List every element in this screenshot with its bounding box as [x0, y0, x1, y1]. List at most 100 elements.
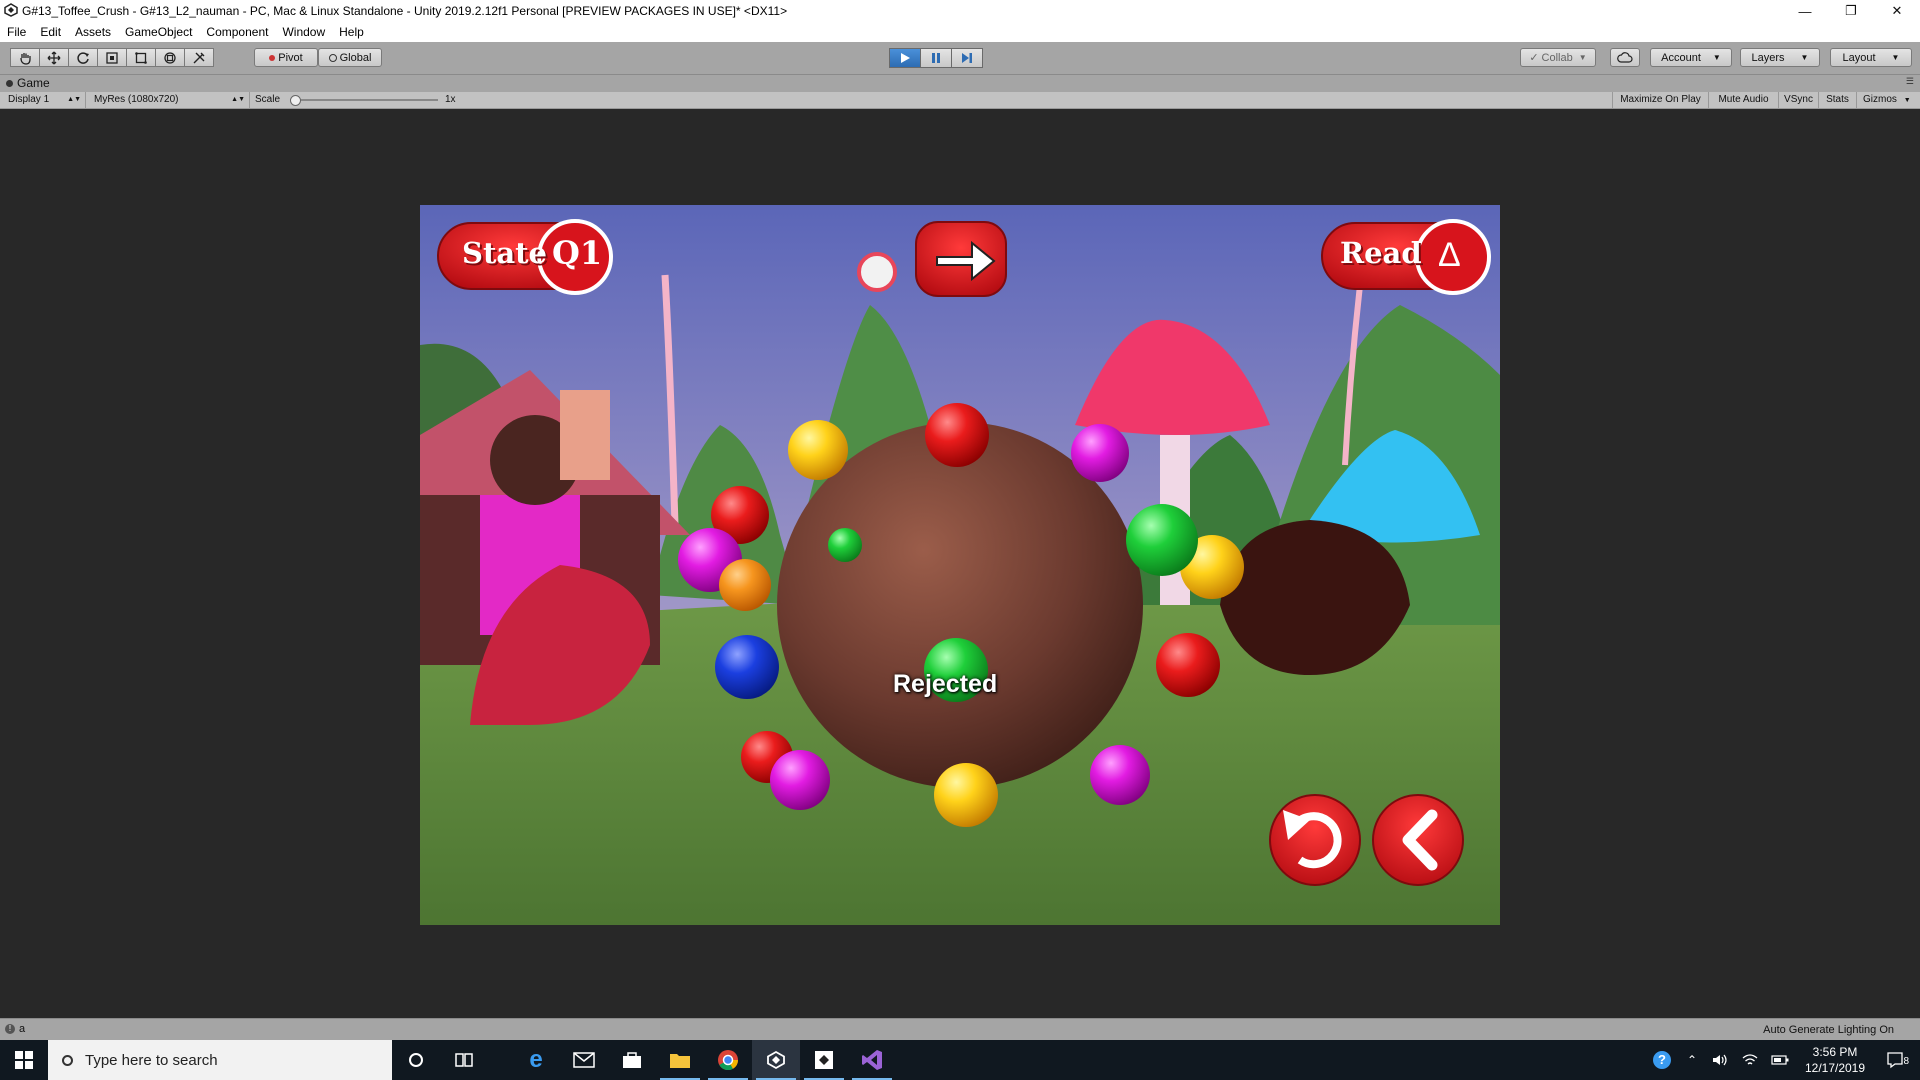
read-button-label: Read — [1340, 236, 1422, 270]
play-icon[interactable] — [889, 48, 921, 68]
slider-thumb[interactable] — [290, 95, 301, 106]
playback-controls — [889, 48, 983, 68]
notifications-icon[interactable]: 8 — [1875, 1040, 1915, 1080]
chevron-up-icon[interactable]: ⌃ — [1679, 1040, 1705, 1080]
menu-edit[interactable]: Edit — [33, 22, 68, 42]
layers-label: Layers — [1751, 51, 1785, 64]
menu-assets[interactable]: Assets — [68, 22, 118, 42]
account-dropdown[interactable]: Account ▼ — [1650, 48, 1732, 67]
mute-audio-toggle[interactable]: Mute Audio — [1709, 92, 1779, 108]
maximize-on-play-toggle[interactable]: Maximize On Play — [1612, 92, 1709, 108]
info-icon: ! — [5, 1024, 15, 1034]
visual-studio-icon[interactable] — [848, 1040, 896, 1080]
wifi-icon[interactable] — [1735, 1040, 1765, 1080]
rect-tool-icon[interactable] — [126, 48, 156, 67]
state-button-symbol: Q1 — [552, 234, 603, 272]
taskbar-clock[interactable]: 3:56 PM 12/17/2019 — [1795, 1044, 1875, 1076]
candy-ball — [770, 750, 830, 810]
game-tab-bar: Game ☰ — [0, 75, 1920, 92]
candy-ball — [1090, 745, 1150, 805]
close-icon[interactable]: ✕ — [1874, 0, 1920, 22]
gizmos-dropdown[interactable]: Gizmos ▼ — [1857, 92, 1920, 108]
collab-dropdown[interactable]: ✓ Collab ▼ — [1520, 48, 1596, 67]
layout-dropdown[interactable]: Layout ▼ — [1830, 48, 1912, 67]
chrome-icon[interactable] — [704, 1040, 752, 1080]
updown-icon: ▲▼ — [231, 96, 245, 103]
clock-date: 12/17/2019 — [1804, 1061, 1866, 1075]
mail-icon[interactable] — [560, 1040, 608, 1080]
rotate-tool-icon[interactable] — [68, 48, 98, 67]
restart-button[interactable] — [1269, 794, 1361, 886]
cortana-icon[interactable] — [392, 1040, 440, 1080]
scale-slider[interactable] — [290, 92, 440, 108]
chevron-down-icon: ▼ — [1800, 53, 1809, 62]
step-icon[interactable] — [951, 48, 983, 68]
layers-dropdown[interactable]: Layers ▼ — [1740, 48, 1820, 67]
menu-file[interactable]: File — [0, 22, 33, 42]
status-bar: ! a Auto Generate Lighting On — [0, 1018, 1920, 1041]
vsync-toggle[interactable]: VSync — [1779, 92, 1819, 108]
pivot-label: Pivot — [278, 51, 303, 64]
store-icon[interactable] — [608, 1040, 656, 1080]
candy-ball — [788, 420, 848, 480]
resolution-label: MyRes (1080x720) — [94, 94, 179, 105]
game-viewport[interactable] — [420, 205, 1500, 925]
menu-help[interactable]: Help — [332, 22, 371, 42]
console-message[interactable]: a — [19, 1023, 25, 1035]
volume-icon[interactable] — [1705, 1040, 1735, 1080]
edge-icon[interactable]: e — [512, 1040, 560, 1080]
status-text: Rejected — [893, 670, 998, 698]
back-button[interactable] — [1372, 794, 1464, 886]
unity-hub-icon[interactable] — [800, 1040, 848, 1080]
candy-ball — [934, 763, 998, 827]
lollipop — [857, 252, 897, 292]
hand-tool-icon[interactable] — [10, 48, 40, 67]
pause-icon[interactable] — [920, 48, 952, 68]
transform-tool-icon[interactable] — [155, 48, 185, 67]
resolution-dropdown[interactable]: MyRes (1080x720) ▲▼ — [86, 92, 250, 108]
battery-icon[interactable] — [1765, 1040, 1795, 1080]
unity-icon[interactable] — [752, 1040, 800, 1080]
scale-label: Scale — [255, 94, 281, 105]
move-tool-icon[interactable] — [39, 48, 69, 67]
scale-tool-icon[interactable] — [97, 48, 127, 67]
candy-ball — [925, 403, 989, 467]
display-label: Display 1 — [8, 94, 50, 105]
menu-component[interactable]: Component — [199, 22, 275, 42]
lighting-status: Auto Generate Lighting On — [1763, 1024, 1894, 1036]
custom-tool-icon[interactable] — [184, 48, 214, 67]
candy-ball — [828, 528, 862, 562]
display-dropdown[interactable]: Display 1 ▲▼ — [0, 92, 86, 108]
candy-ball — [1156, 633, 1220, 697]
menu-gameobject[interactable]: GameObject — [118, 22, 199, 42]
global-toggle[interactable]: Global — [318, 48, 382, 67]
windows-logo-icon — [15, 1051, 33, 1069]
check-icon: ✓ — [1529, 52, 1539, 64]
start-button[interactable] — [0, 1040, 48, 1080]
global-label: Global — [339, 51, 372, 64]
search-icon — [62, 1054, 73, 1066]
next-button[interactable] — [915, 221, 1007, 297]
stats-toggle[interactable]: Stats — [1819, 92, 1857, 108]
chevron-down-icon: ▼ — [1891, 53, 1900, 62]
tab-game[interactable]: Game — [6, 76, 50, 90]
cloud-button[interactable] — [1610, 48, 1640, 67]
title-bar: G#13_Toffee_Crush - G#13_L2_nauman - PC,… — [0, 0, 1920, 22]
clock-time: 3:56 PM — [1812, 1045, 1858, 1059]
chevron-down-icon: ▼ — [1903, 97, 1911, 104]
pivot-toggle[interactable]: Pivot — [254, 48, 318, 67]
chevron-down-icon: ▼ — [1712, 53, 1721, 62]
minimize-icon[interactable]: — — [1782, 0, 1828, 22]
help-icon[interactable]: ? — [1645, 1040, 1679, 1080]
task-view-icon[interactable] — [440, 1040, 488, 1080]
transform-tools — [10, 48, 214, 68]
read-button-symbol: Δ — [1438, 236, 1461, 274]
slider-track — [290, 99, 438, 101]
file-explorer-icon[interactable] — [656, 1040, 704, 1080]
notification-count: 8 — [1903, 1056, 1909, 1067]
menu-window[interactable]: Window — [275, 22, 332, 42]
menu-icon[interactable]: ☰ — [1906, 76, 1914, 87]
taskbar-search[interactable]: Type here to search — [48, 1040, 392, 1080]
restore-icon[interactable]: ❐ — [1828, 0, 1874, 22]
game-icon — [6, 79, 13, 87]
